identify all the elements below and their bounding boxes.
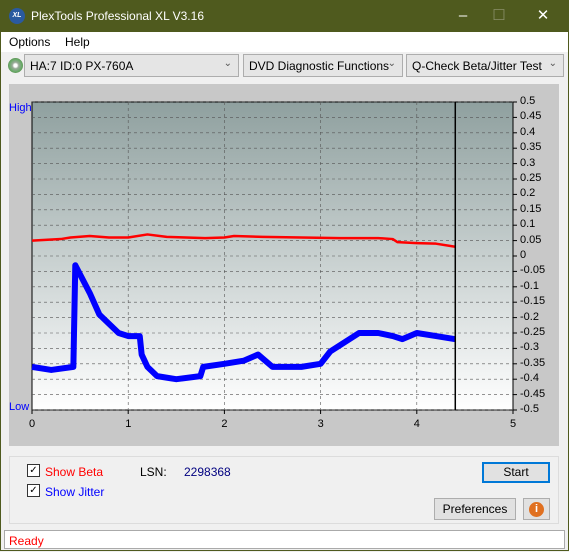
y-tick-label: -0.05 xyxy=(520,264,546,277)
x-tick-label: 0 xyxy=(29,418,36,430)
y-tick-label: 0.3 xyxy=(520,156,536,169)
y-tick-label: -0.1 xyxy=(520,279,539,292)
show-beta-checkbox[interactable]: ✓ xyxy=(27,464,40,477)
y-tick-label: -0.3 xyxy=(520,341,539,354)
show-jitter-checkbox[interactable]: ✓ xyxy=(27,484,40,497)
y-tick-label: -0.5 xyxy=(520,403,539,415)
show-beta-label[interactable]: Show Beta xyxy=(45,465,103,479)
y-tick-label: -0.2 xyxy=(520,310,539,323)
lsn-label: LSN: xyxy=(140,465,167,479)
x-tick-label: 1 xyxy=(125,418,132,430)
x-tick-label: 4 xyxy=(413,418,420,430)
y-tick-label: 0.05 xyxy=(520,233,542,246)
y-tick-label: 0.4 xyxy=(520,125,536,138)
y-tick-label: 0.35 xyxy=(520,141,542,154)
y-tick-label: 0.5 xyxy=(520,95,536,107)
y-tick-label: -0.4 xyxy=(520,372,539,385)
y-tick-label: 0.45 xyxy=(520,110,542,123)
lsn-value: 2298368 xyxy=(184,465,231,479)
show-jitter-label[interactable]: Show Jitter xyxy=(45,485,104,499)
y-tick-label: -0.25 xyxy=(520,326,546,338)
x-tick-label: 5 xyxy=(510,418,517,430)
y-tick-label: 0.1 xyxy=(520,218,536,231)
preferences-button[interactable]: Preferences xyxy=(434,498,516,520)
info-button[interactable]: i xyxy=(523,498,550,520)
y-tick-label: -0.45 xyxy=(520,387,546,400)
x-tick-label: 3 xyxy=(317,418,324,430)
status-bar: Ready xyxy=(4,530,565,549)
start-button[interactable]: Start xyxy=(482,462,550,483)
y-tick-label: 0.25 xyxy=(520,172,542,184)
x-tick-label: 2 xyxy=(221,418,228,430)
y-tick-label: 0.2 xyxy=(520,187,536,200)
status-text: Ready xyxy=(9,534,44,548)
y-tick-label: -0.15 xyxy=(520,295,546,308)
y-tick-label: -0.35 xyxy=(520,356,546,369)
y-tick-label: 0 xyxy=(520,249,527,261)
info-icon: i xyxy=(529,502,544,517)
y-tick-label: 0.15 xyxy=(520,202,542,215)
